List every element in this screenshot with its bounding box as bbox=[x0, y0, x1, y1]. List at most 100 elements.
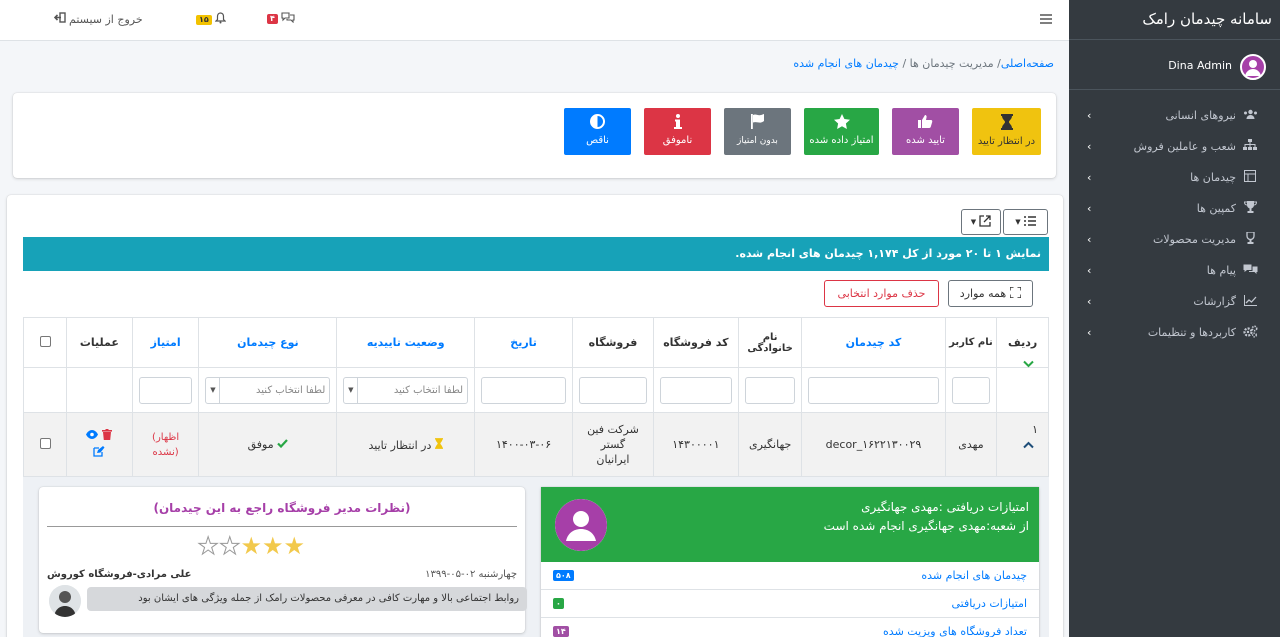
stat-row-layouts-done[interactable]: ۵۰۸ چیدمان های انجام شده bbox=[541, 562, 1039, 590]
layout-type-filter-select[interactable]: ▼ لطفا انتخاب کنید bbox=[205, 376, 331, 404]
family-filter-input[interactable] bbox=[951, 376, 991, 404]
score-cell: (اظهار نشده) bbox=[131, 412, 200, 477]
sidebar-item-settings[interactable]: ‹ کاربردها و تنظیمات bbox=[1069, 317, 1280, 348]
date-cell: ۱۴۰۰-۰۳-۰۶ bbox=[474, 412, 574, 477]
layout-code-filter-input[interactable] bbox=[808, 376, 939, 404]
logout-label: خروج از سیستم bbox=[69, 12, 143, 26]
date-filter-input[interactable] bbox=[481, 376, 567, 404]
chart-icon bbox=[1242, 294, 1258, 309]
caret-down-icon: ▼ bbox=[1015, 218, 1021, 226]
sidebar-item-label: نیروهای انسانی bbox=[1165, 109, 1236, 122]
status-failed-label: ناموفق bbox=[662, 135, 693, 146]
star-filled-icon: ★ bbox=[283, 532, 305, 560]
approval-filter-select[interactable]: ▼ لطفا انتخاب کنید bbox=[343, 376, 469, 404]
store-header: فروشگاه bbox=[572, 317, 654, 368]
score-header[interactable]: امتیاز bbox=[131, 317, 200, 368]
status-scored-button[interactable]: امتیاز داده شده bbox=[804, 108, 879, 155]
user-name-filter-input[interactable] bbox=[744, 376, 796, 404]
stat-label: تعداد فروشگاه های ویزیت شده bbox=[883, 625, 1027, 637]
info-icon bbox=[644, 114, 711, 132]
table-row[interactable]: (اظهار نشده) موفق در انتظار تایید ۱۴۰۰-۰… bbox=[22, 412, 1049, 477]
chat-icon bbox=[1242, 264, 1258, 278]
breadcrumb-home[interactable]: صفحه‌اصلی bbox=[1001, 57, 1054, 70]
family-header: نام خانوادگی bbox=[737, 317, 803, 368]
row-detail-panel: (نظرات مدیر فروشگاه راجع به این چیدمان) … bbox=[23, 477, 1049, 637]
star-empty-icon: ★ bbox=[218, 532, 241, 560]
messages-badge: ۴ bbox=[267, 14, 278, 24]
status-filter-card: در انتظار تایید تایید شده امتیاز داده شد… bbox=[13, 93, 1056, 178]
delete-selected-label: حذف موارد انتخابی bbox=[837, 287, 926, 300]
sidebar-item-human-resources[interactable]: ‹ نیروهای انسانی bbox=[1069, 100, 1280, 131]
store-filter-input[interactable] bbox=[579, 376, 647, 404]
layout-code-header[interactable]: کد چیدمان bbox=[801, 317, 946, 368]
worker-card-header: امتیازات دریافتی :مهدی جهانگیری از شعبه:… bbox=[541, 487, 1039, 562]
logout-link[interactable]: خروج از سیستم bbox=[53, 12, 143, 26]
approval-header[interactable]: وضعیت تاییدیه bbox=[336, 317, 476, 368]
trophy-icon bbox=[1242, 201, 1258, 216]
select-all-button[interactable]: همه موارد bbox=[948, 280, 1033, 307]
sidebar-item-layouts[interactable]: ‹ چیدمان ها bbox=[1069, 162, 1280, 193]
layouts-table-card: ▼ ▼ نمایش ۱ تا ۲۰ مورد از کل ۱,۱۷۴ چیدما… bbox=[7, 195, 1063, 637]
messages-button[interactable]: ۴ bbox=[267, 12, 295, 26]
delete-selected-button[interactable]: حذف موارد انتخابی bbox=[824, 280, 939, 307]
trash-icon[interactable] bbox=[102, 429, 113, 443]
star-rating: ★★★★★ bbox=[197, 532, 305, 560]
sidebar: سامانه چیدمان رامک Dina Admin ‹ نیروهای … bbox=[1069, 0, 1280, 637]
expand-icon bbox=[1009, 285, 1022, 301]
sidebar-item-messages[interactable]: ‹ پیام ها bbox=[1069, 255, 1280, 286]
chevron-up-icon[interactable] bbox=[1023, 439, 1034, 452]
results-info-text: نمایش ۱ تا ۲۰ مورد از کل ۱,۱۷۴ چیدمان ها… bbox=[735, 247, 1041, 260]
export-button[interactable]: ▼ bbox=[961, 209, 1001, 235]
sitemap-icon bbox=[1242, 139, 1258, 154]
hourglass-icon bbox=[434, 437, 443, 452]
users-icon bbox=[1242, 109, 1258, 123]
layout-type-header[interactable]: نوع چیدمان bbox=[198, 317, 338, 368]
comments-icon bbox=[281, 12, 295, 26]
brand-title[interactable]: سامانه چیدمان رامک bbox=[1069, 0, 1280, 40]
worker-branch-line: از شعبه:مهدی جهانگیری انجام شده است bbox=[823, 519, 1029, 533]
breadcrumb: صفحه‌اصلی/ مدیریت چیدمان ها / چیدمان های… bbox=[793, 57, 1054, 70]
sidebar-item-reports[interactable]: ‹ گزارشات bbox=[1069, 286, 1280, 317]
sign-out-icon bbox=[53, 12, 66, 26]
external-link-icon bbox=[979, 214, 991, 230]
status-incomplete-button[interactable]: ناقص bbox=[564, 108, 631, 155]
approval-cell: در انتظار تایید bbox=[336, 412, 476, 477]
hamburger-icon[interactable] bbox=[1040, 14, 1052, 24]
select-all-checkbox[interactable] bbox=[39, 335, 51, 347]
top-navbar: خروج از سیستم ۱۵ ۴ bbox=[0, 0, 1069, 41]
sidebar-item-products[interactable]: ‹ مدیریت محصولات bbox=[1069, 224, 1280, 255]
chevron-down-icon[interactable] bbox=[1023, 358, 1034, 371]
sidebar-item-campaigns[interactable]: ‹ کمپین ها bbox=[1069, 193, 1280, 224]
sidebar-item-label: شعب و عاملین فروش bbox=[1133, 140, 1236, 153]
stat-row-points[interactable]: ۰ امتیازات دریافتی bbox=[541, 590, 1039, 618]
user-panel[interactable]: Dina Admin bbox=[1069, 40, 1280, 90]
view-icon[interactable] bbox=[86, 429, 99, 443]
edit-icon[interactable] bbox=[93, 446, 105, 460]
family-cell: جهانگیری bbox=[737, 412, 803, 477]
status-approved-button[interactable]: تایید شده bbox=[892, 108, 959, 155]
star-empty-icon: ★ bbox=[197, 532, 219, 560]
chevron-left-icon: ‹ bbox=[1087, 202, 1092, 215]
date-header[interactable]: تاریخ bbox=[474, 317, 574, 368]
notifications-button[interactable]: ۱۵ bbox=[196, 12, 227, 27]
layout-icon bbox=[1242, 170, 1258, 185]
stat-row-stores-visited[interactable]: ۱۴ تعداد فروشگاه های ویزیت شده bbox=[541, 618, 1039, 637]
breadcrumb-section[interactable]: مدیریت چیدمان ها bbox=[910, 57, 994, 70]
review-author: علی مرادی-فروشگاه کوروش bbox=[47, 569, 192, 580]
sidebar-item-label: مدیریت محصولات bbox=[1153, 233, 1236, 246]
star-filled-icon: ★ bbox=[240, 532, 262, 560]
score-filter-input[interactable] bbox=[138, 376, 193, 404]
caret-down-icon: ▼ bbox=[206, 377, 221, 403]
worker-card: امتیازات دریافتی :مهدی جهانگیری از شعبه:… bbox=[541, 487, 1039, 637]
status-failed-button[interactable]: ناموفق bbox=[644, 108, 711, 155]
review-date: چهارشنبه ۰۲-۰۵-۱۳۹۹ bbox=[425, 569, 517, 580]
worker-avatar bbox=[555, 499, 607, 551]
status-pending-button[interactable]: در انتظار تایید bbox=[972, 108, 1041, 155]
row-checkbox[interactable] bbox=[39, 437, 51, 449]
store-code-filter-input[interactable] bbox=[659, 376, 732, 404]
columns-toggle-button[interactable]: ▼ bbox=[1003, 209, 1048, 235]
caret-down-icon: ▼ bbox=[970, 218, 977, 226]
filter-row: ▼ لطفا انتخاب کنید ▼ لطفا انتخاب کنید bbox=[22, 367, 1049, 413]
sidebar-item-branches[interactable]: ‹ شعب و عاملین فروش bbox=[1069, 131, 1280, 162]
status-unscored-button[interactable]: بدون امتیاز bbox=[724, 108, 791, 155]
